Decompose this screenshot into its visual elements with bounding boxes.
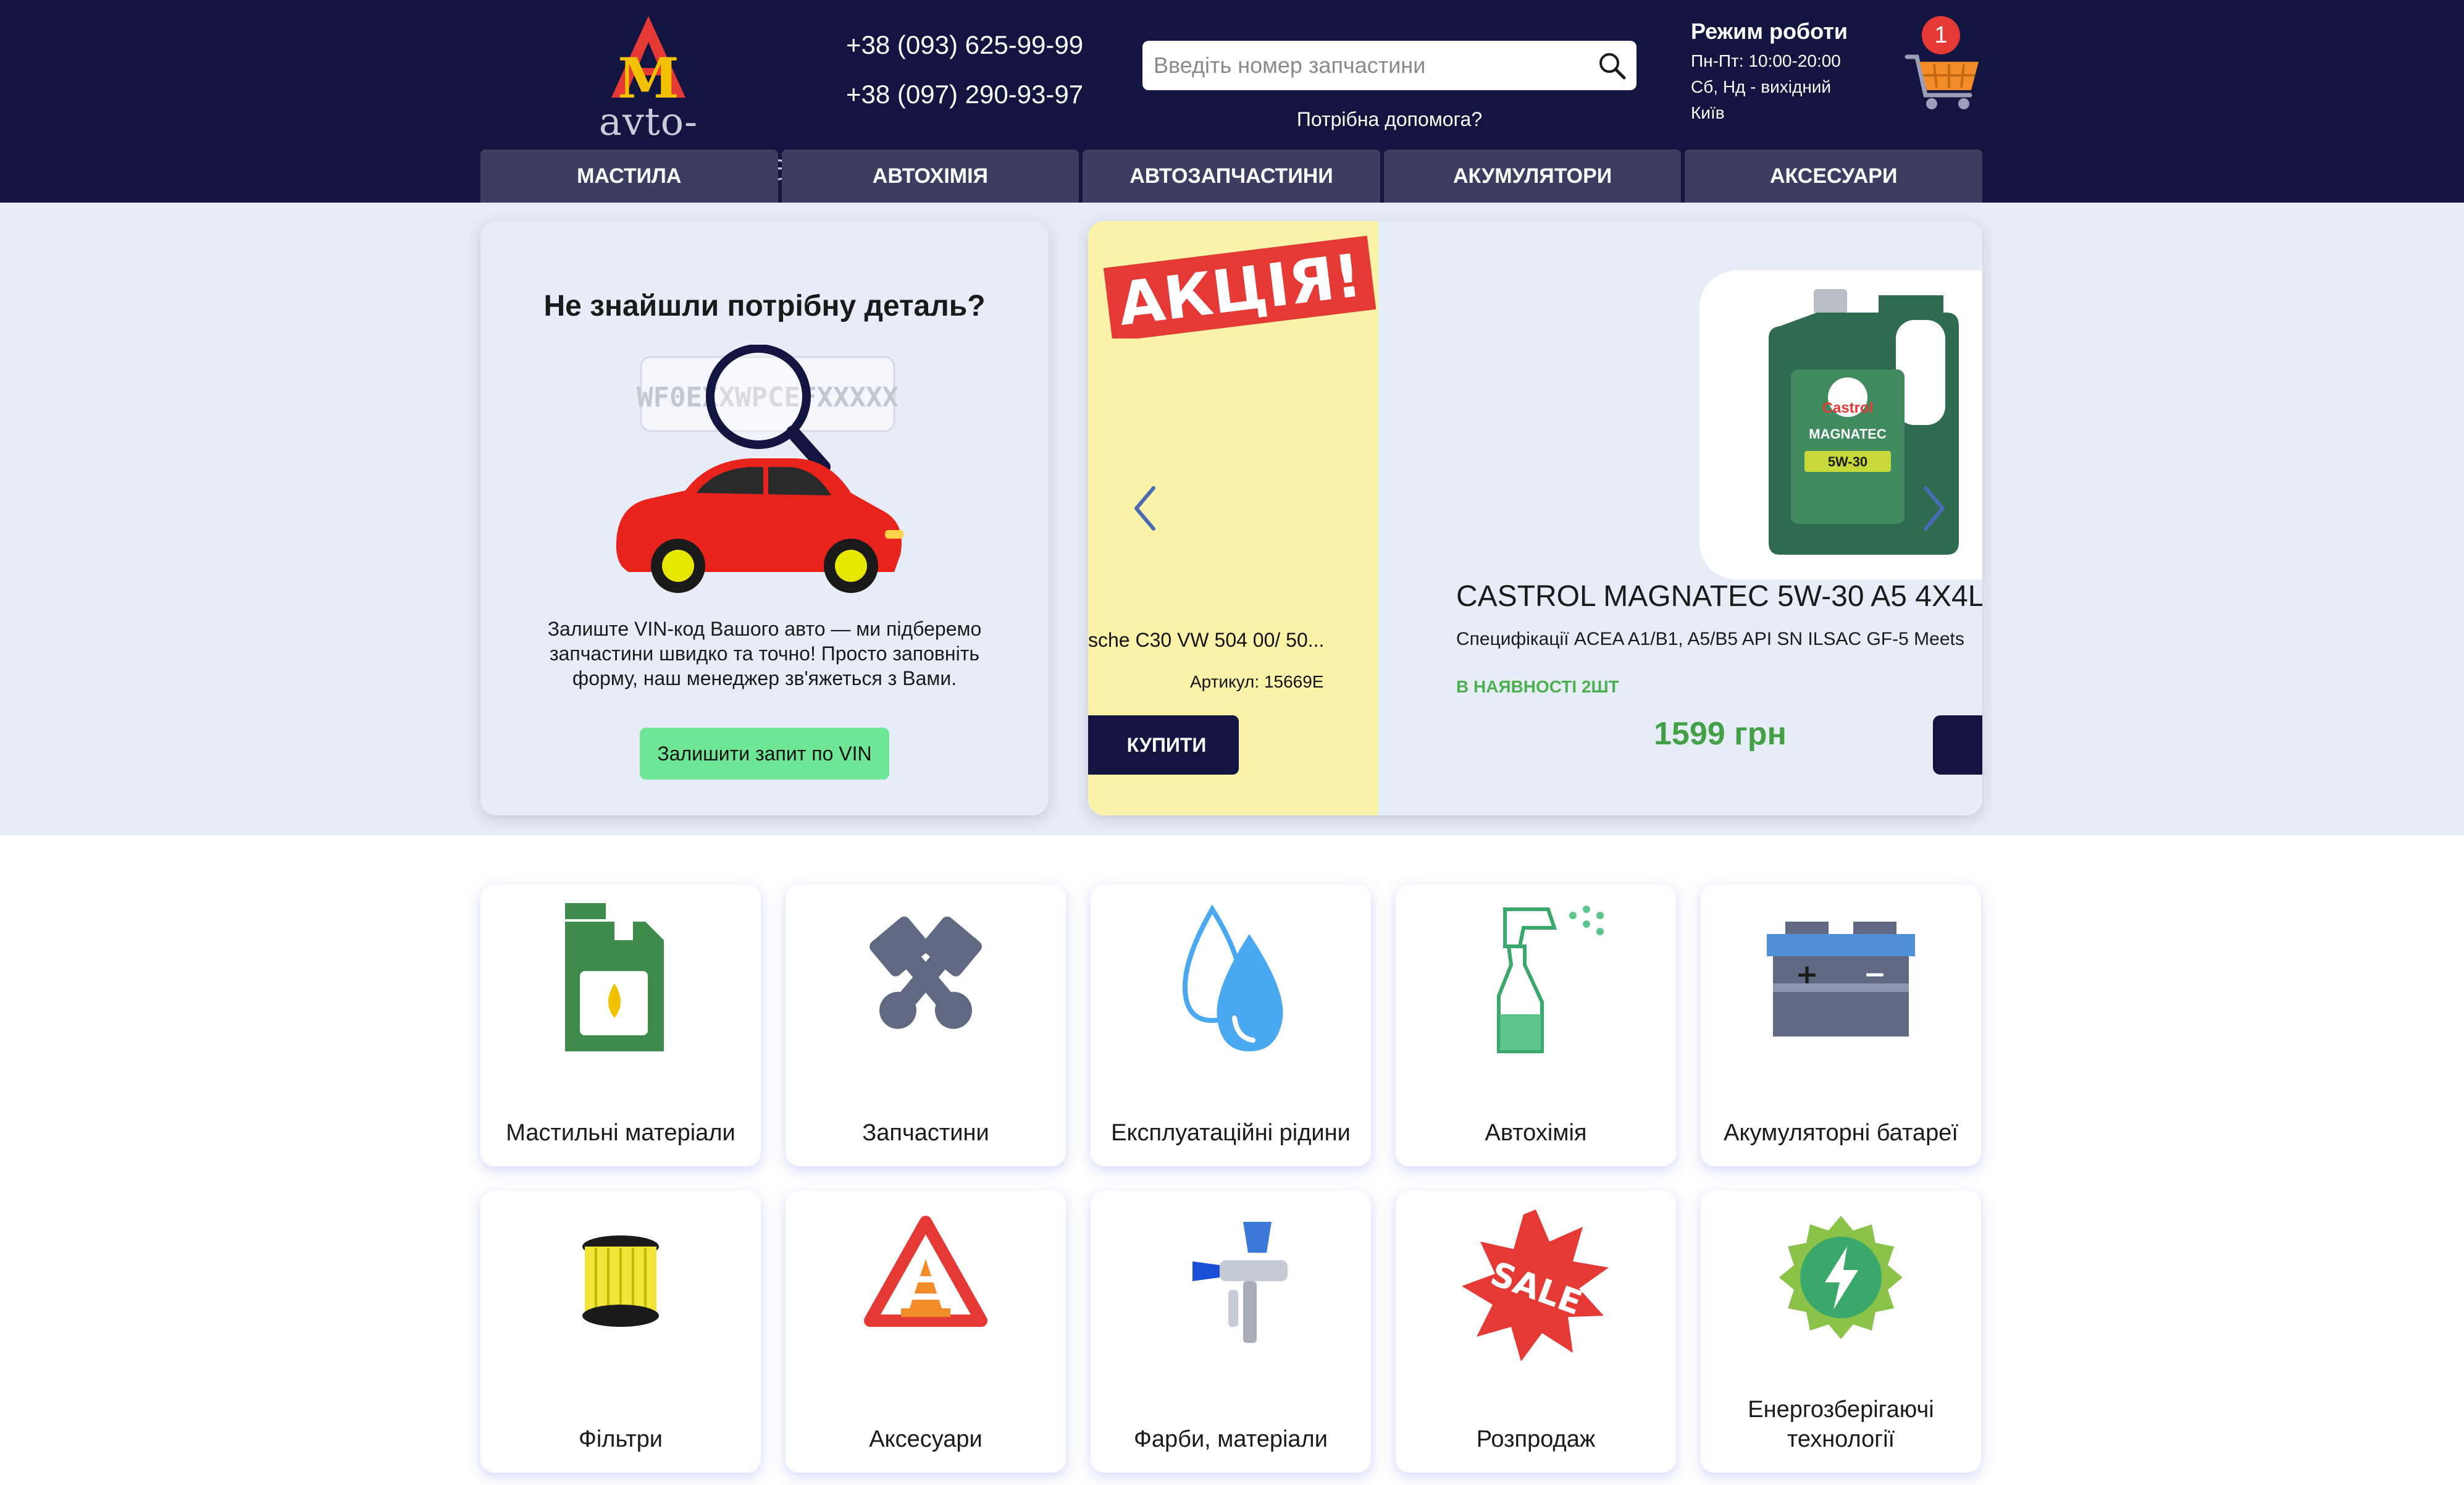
vin-card-title: Не знайшли потрібну деталь? (543, 290, 986, 322)
phone-number-2[interactable]: +38 (097) 290-93-97 (846, 74, 1093, 124)
nav-item-oils[interactable]: МАСТИЛА (480, 149, 778, 203)
phone-list: +38 (093) 625-99-99 +38 (097) 290-93-97 (846, 25, 1093, 124)
category-card-energy[interactable]: Енергозберігаючі технології (1701, 1191, 1981, 1473)
category-card-parts[interactable]: Запчастини (786, 885, 1066, 1166)
bottle-line-label: MAGNATEC (1809, 426, 1887, 442)
battery-icon: + − (1767, 922, 1915, 1037)
category-card-paints[interactable]: Фарби, матеріали (1091, 1191, 1371, 1473)
prev-product-article: Артикул: 15669E (1190, 672, 1324, 691)
category-label: Мастильні матеріали (506, 1120, 735, 1146)
category-label: Запчастини (862, 1120, 989, 1146)
search-box (1142, 41, 1636, 90)
cart-button[interactable]: 1 (1902, 14, 1982, 112)
category-label: Автохімія (1485, 1120, 1587, 1146)
category-card-fluids[interactable]: Експлуатаційні рідини (1091, 885, 1371, 1166)
vin-description: Залиште VIN-код Вашого авто — ми підбере… (547, 618, 982, 689)
hero-section: Не знайшли потрібну деталь? WF0EXXWPCEFX… (0, 203, 2464, 835)
slider-prev-arrow-icon[interactable] (1126, 481, 1163, 536)
bottle-brand-label: Castrol (1822, 400, 1874, 416)
nav-item-autoparts[interactable]: АВТОЗАПЧАСТИНИ (1083, 149, 1380, 203)
main-nav: МАСТИЛА АВТОХІМІЯ АВТОЗАПЧАСТИНИ АКУМУЛЯ… (480, 149, 1982, 203)
fluid-drops-icon (1182, 904, 1283, 1051)
oil-canister-icon (565, 903, 664, 1051)
pistons-icon (870, 916, 982, 1038)
prev-buy-button[interactable]: КУПИТИ (1088, 715, 1239, 775)
product-buy-button[interactable] (1933, 715, 1982, 775)
promo-slider: АКЦІЯ! sche C30 VW 504 00/ 50... Артикул… (1088, 221, 1982, 815)
sale-badge-icon: SALE (1462, 1209, 1609, 1361)
svg-text:−: − (1864, 959, 1887, 990)
category-label: Розпродаж (1476, 1426, 1596, 1452)
hours-city: Київ (1691, 103, 1725, 122)
category-card-filters[interactable]: Фільтри (480, 1191, 761, 1473)
working-hours: Режим роботи Пн-Пт: 10:00-20:00 Сб, Нд -… (1691, 19, 1876, 126)
svg-text:M: M (618, 46, 679, 104)
category-card-sale[interactable]: SALE Розпродаж (1396, 1191, 1676, 1473)
hours-title: Режим роботи (1691, 19, 1848, 44)
spray-bottle-icon (1497, 906, 1604, 1053)
product-stock-status: В НАЯВНОСТІ 2ШТ (1456, 677, 1619, 696)
nav-item-autochemistry[interactable]: АВТОХІМІЯ (781, 149, 1079, 203)
bottle-grade-label: 5W-30 (1828, 454, 1867, 469)
car-search-illustration-icon: WF0EXXWPCEFXXXXX (616, 345, 903, 593)
category-card-batteries[interactable]: + − Акумуляторні батареї (1701, 885, 1981, 1166)
warning-triangle-icon (864, 1216, 987, 1327)
category-label: Експлуатаційні рідини (1111, 1120, 1351, 1146)
category-grid: Мастильні матеріали Запчастини Експлуата… (480, 885, 1982, 1473)
product-spec: Специфікації ACEA A1/B1, A5/B5 API SN IL… (1456, 629, 1964, 649)
category-label: Аксесуари (869, 1426, 983, 1452)
category-card-lubricants[interactable]: Мастильні матеріали (480, 885, 761, 1166)
category-label: Енергозберігаючі технології (1748, 1397, 1934, 1452)
svg-text:+: + (1796, 959, 1819, 990)
site-logo[interactable]: M avto-magaz.com.ua (482, 11, 815, 189)
category-label: Фарби, матеріали (1134, 1426, 1328, 1452)
site-header: M avto-magaz.com.ua +38 (093) 625-99-99 … (0, 0, 2464, 203)
promo-banner: АКЦІЯ! (1103, 235, 1377, 339)
search-icon[interactable] (1596, 49, 1628, 82)
help-link[interactable]: Потрібна допомога? (1142, 108, 1636, 131)
search-input[interactable] (1154, 41, 1574, 90)
nav-item-batteries[interactable]: АКУМУЛЯТОРИ (1383, 149, 1682, 203)
vin-request-button[interactable]: Залишити запит по VIN (640, 728, 889, 780)
filter-icon (582, 1235, 659, 1327)
promo-label: АКЦІЯ! (1115, 241, 1365, 339)
prev-product-name[interactable]: sche C30 VW 504 00/ 50... (1088, 629, 1335, 652)
hours-line: Сб, Нд - вихідний (1691, 77, 1832, 96)
cart-count-badge: 1 (1922, 16, 1960, 54)
energy-icon (1779, 1216, 1903, 1339)
nav-item-accessories[interactable]: АКСЕСУАРИ (1685, 149, 1982, 203)
category-card-autochem[interactable]: Автохімія (1396, 885, 1676, 1166)
hours-line: Пн-Пт: 10:00-20:00 (1691, 51, 1841, 70)
slider-next-arrow-icon[interactable] (1916, 481, 1953, 536)
product-name[interactable]: CASTROL MAGNATEC 5W-30 A5 4X4L (1456, 579, 1982, 613)
product-price: 1599 грн (1654, 716, 1787, 752)
category-card-accessories[interactable]: Аксесуари (786, 1191, 1066, 1473)
category-label: Фільтри (578, 1426, 663, 1452)
vin-request-card: Не знайшли потрібну деталь? WF0EXXWPCEFX… (480, 221, 1049, 815)
logo-am-icon: M (611, 16, 685, 111)
phone-number-1[interactable]: +38 (093) 625-99-99 (846, 25, 1093, 74)
category-label: Акумуляторні батареї (1724, 1120, 1958, 1146)
spray-gun-icon (1192, 1222, 1288, 1343)
